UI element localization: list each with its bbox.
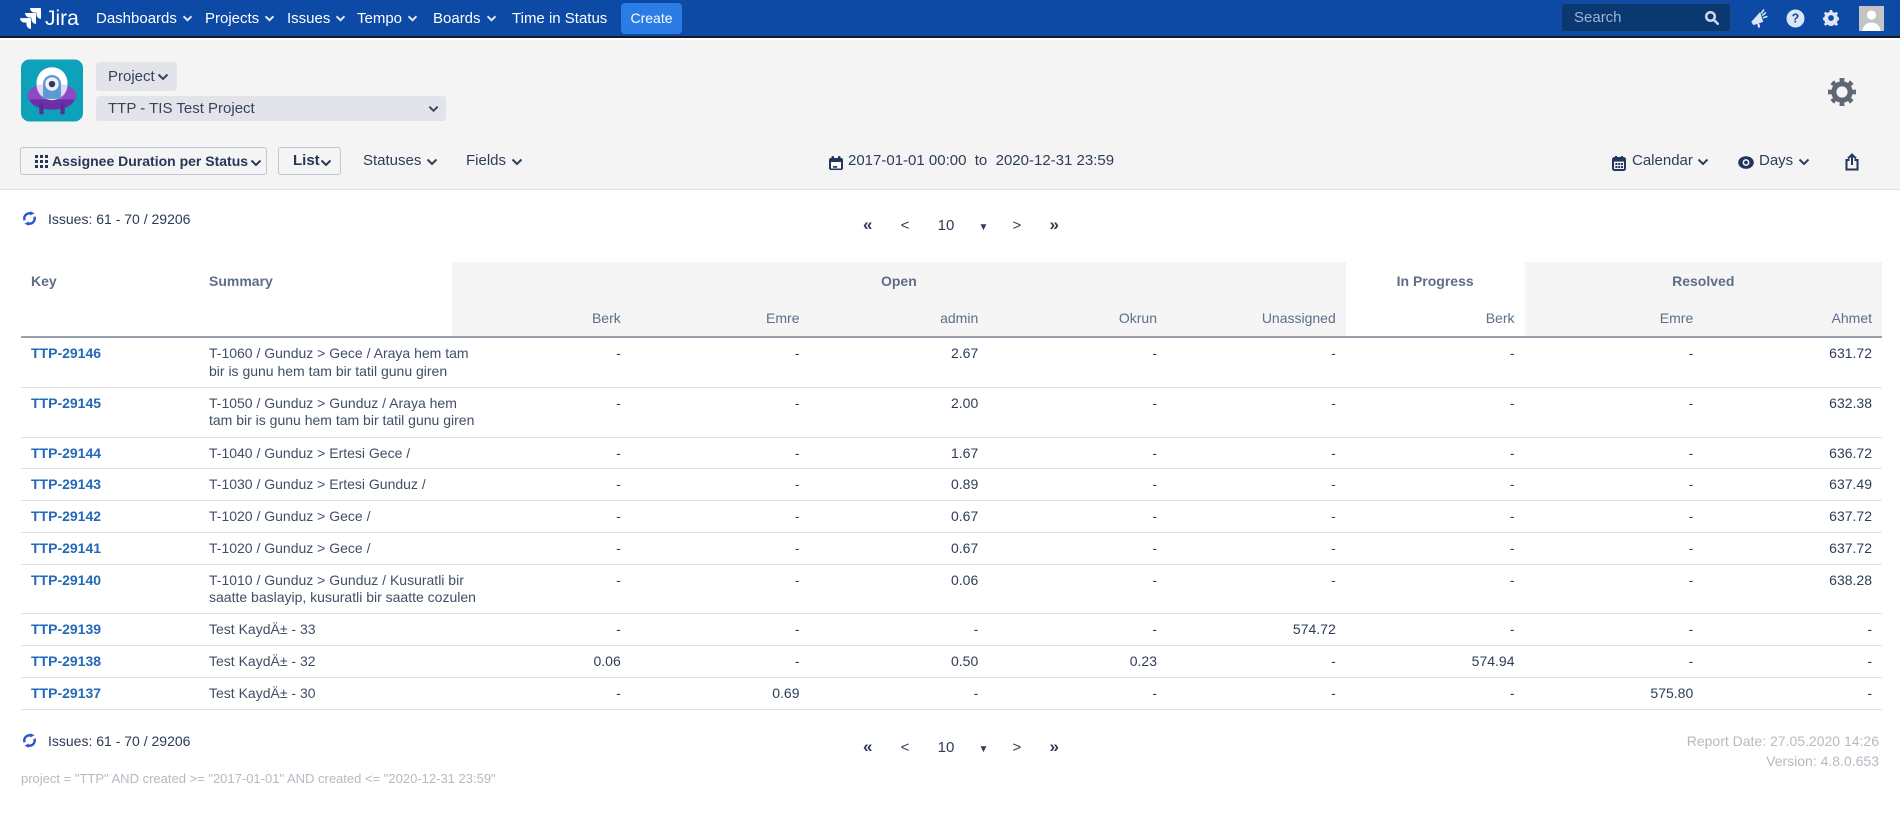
svg-text:?: ?	[1792, 12, 1800, 26]
